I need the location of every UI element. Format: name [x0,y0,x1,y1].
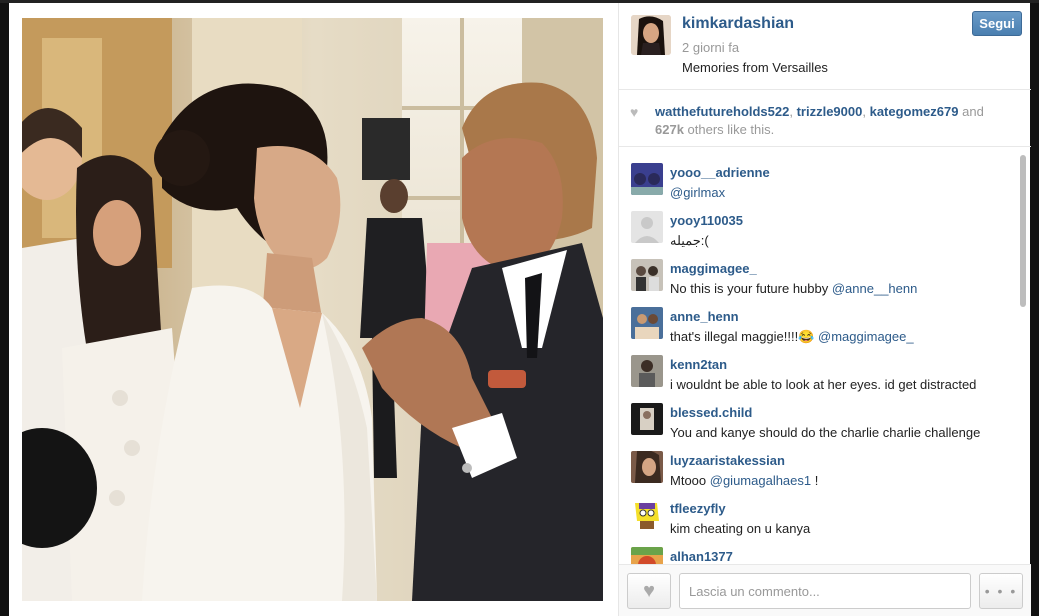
post-photo[interactable] [22,18,603,601]
author-avatar[interactable] [631,15,671,55]
ellipsis-icon: • • • [984,583,1018,599]
comment-username[interactable]: kenn2tan [670,357,727,372]
comment-avatar[interactable] [631,259,663,291]
comment-username[interactable]: luyzaaristakessian [670,453,785,468]
comment-avatar[interactable] [631,451,663,483]
comment-avatar[interactable] [631,403,663,435]
likes-count[interactable]: 627k [655,122,684,137]
comment-username[interactable]: alhan1377 [670,549,733,564]
scrollbar-thumb[interactable] [1020,155,1026,307]
list-item: blessed.child You and kanye should do th… [619,395,1019,443]
likes-summary: ♥ watthefutureholds522, trizzle9000, kat… [619,90,1031,147]
follow-button[interactable]: Segui [972,11,1022,36]
liker-link[interactable]: watthefutureholds522 [655,104,789,119]
more-options-button[interactable]: • • • [979,573,1023,609]
post-timestamp[interactable]: 2 giorni fa [682,40,739,55]
mention-link[interactable]: @giumagalhaes1 [710,473,811,488]
comment-avatar[interactable] [631,211,663,243]
comment-text: Mtooo @giumagalhaes1 ! [670,473,819,488]
list-item: maggimagee_ No this is your future hubby… [619,251,1019,299]
comment-text: i wouldnt be able to look at her eyes. i… [670,377,977,392]
comment-text: that's illegal maggie!!!!😂 @maggimagee_ [670,329,914,344]
liker-link[interactable]: trizzle9000 [797,104,863,119]
list-item: kenn2tan i wouldnt be able to look at he… [619,347,1019,395]
comment-text: kim cheating on u kanya [670,521,811,536]
comment-composer: ♥ • • • [619,564,1031,616]
comment-username[interactable]: tfleezyfly [670,501,726,516]
comment-text: @girlmax [670,185,725,200]
comment-username[interactable]: maggimagee_ [670,261,757,276]
list-item: yooy110035 جميله:( [619,203,1019,251]
post-side-panel: kimkardashian 2 giorni fa Memories from … [618,3,1031,616]
heart-icon: ♥ [643,580,655,602]
comment-username[interactable]: blessed.child [670,405,752,420]
comment-username[interactable]: yooy110035 [670,213,743,228]
comment-avatar[interactable] [631,163,663,195]
liker-link[interactable]: kategomez679 [870,104,959,119]
list-item: yooo__adrienne @girlmax [619,155,1019,203]
comment-username[interactable]: yooo__adrienne [670,165,770,180]
likes-suffix: others like this. [687,122,775,137]
mention-link[interactable]: @girlmax [670,185,725,200]
comment-avatar[interactable] [631,499,663,531]
post-header: kimkardashian 2 giorni fa Memories from … [619,3,1031,90]
comments-list[interactable]: yooo__adrienne @girlmax yooy110035 جميله… [619,151,1031,564]
post-modal: kimkardashian 2 giorni fa Memories from … [9,3,1031,616]
list-item: alhan1377 [619,539,1019,564]
list-item: tfleezyfly kim cheating on u kanya [619,491,1019,539]
comment-input[interactable] [679,573,971,609]
author-username[interactable]: kimkardashian [682,15,794,33]
like-button[interactable]: ♥ [627,573,671,609]
heart-icon: ♥ [630,104,639,120]
comment-text: No this is your future hubby @anne__henn [670,281,918,296]
comment-avatar[interactable] [631,547,663,564]
comment-avatar[interactable] [631,307,663,339]
comment-text: You and kanye should do the charlie char… [670,425,981,440]
list-item: anne_henn that's illegal maggie!!!!😂 @ma… [619,299,1019,347]
post-caption: Memories from Versailles [682,60,828,75]
mention-link[interactable]: @anne__henn [832,281,918,296]
comments-scrollbar[interactable] [1017,151,1028,564]
comment-username[interactable]: anne_henn [670,309,739,324]
comment-avatar[interactable] [631,355,663,387]
comment-text: جميله:( [670,233,709,248]
mention-link[interactable]: @maggimagee_ [818,329,914,344]
likes-and: and [962,104,984,119]
list-item: luyzaaristakessian Mtooo @giumagalhaes1 … [619,443,1019,491]
